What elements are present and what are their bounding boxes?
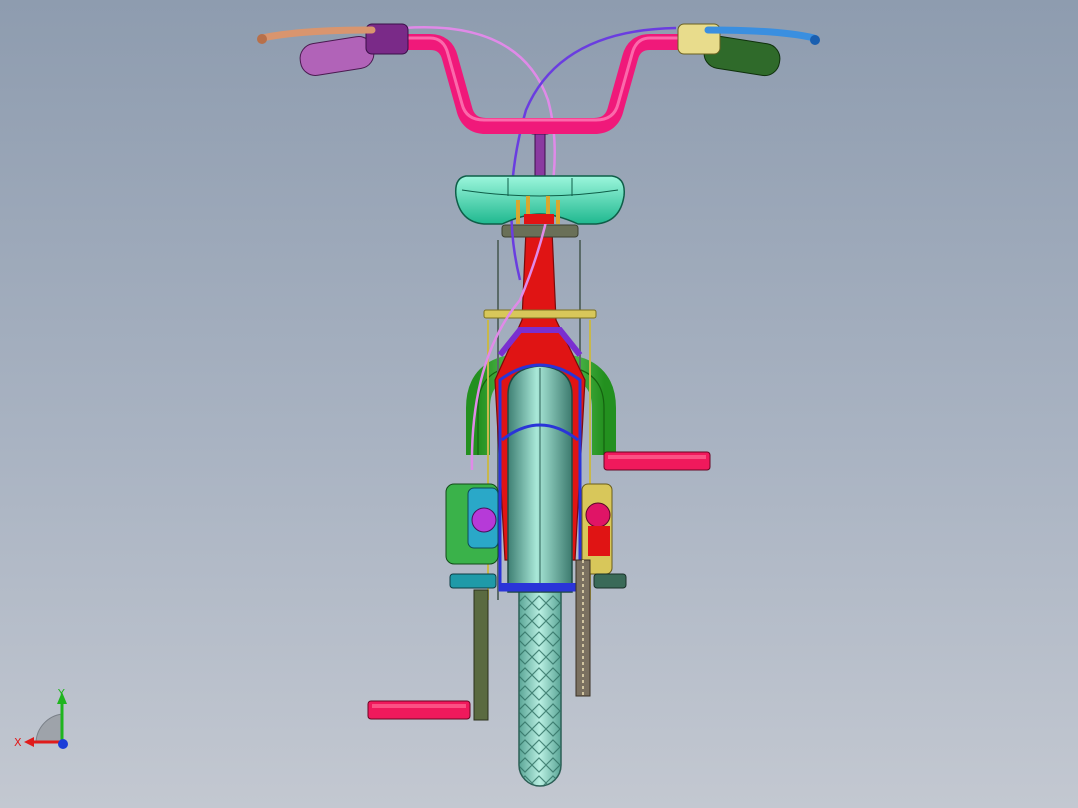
cad-viewport[interactable]: Y X	[0, 0, 1078, 808]
right-hub-assembly[interactable]	[575, 483, 627, 697]
left-hub-assembly[interactable]	[445, 483, 499, 721]
bicycle-model[interactable]: Y X	[0, 0, 1078, 808]
rear-fender[interactable]	[498, 363, 582, 593]
y-axis-label: Y	[57, 687, 65, 700]
right-pedal[interactable]	[603, 451, 711, 471]
rear-tire[interactable]	[518, 559, 562, 787]
x-axis-label: X	[14, 736, 22, 749]
axis-triad: Y X	[14, 687, 68, 749]
left-pedal[interactable]	[367, 700, 471, 720]
